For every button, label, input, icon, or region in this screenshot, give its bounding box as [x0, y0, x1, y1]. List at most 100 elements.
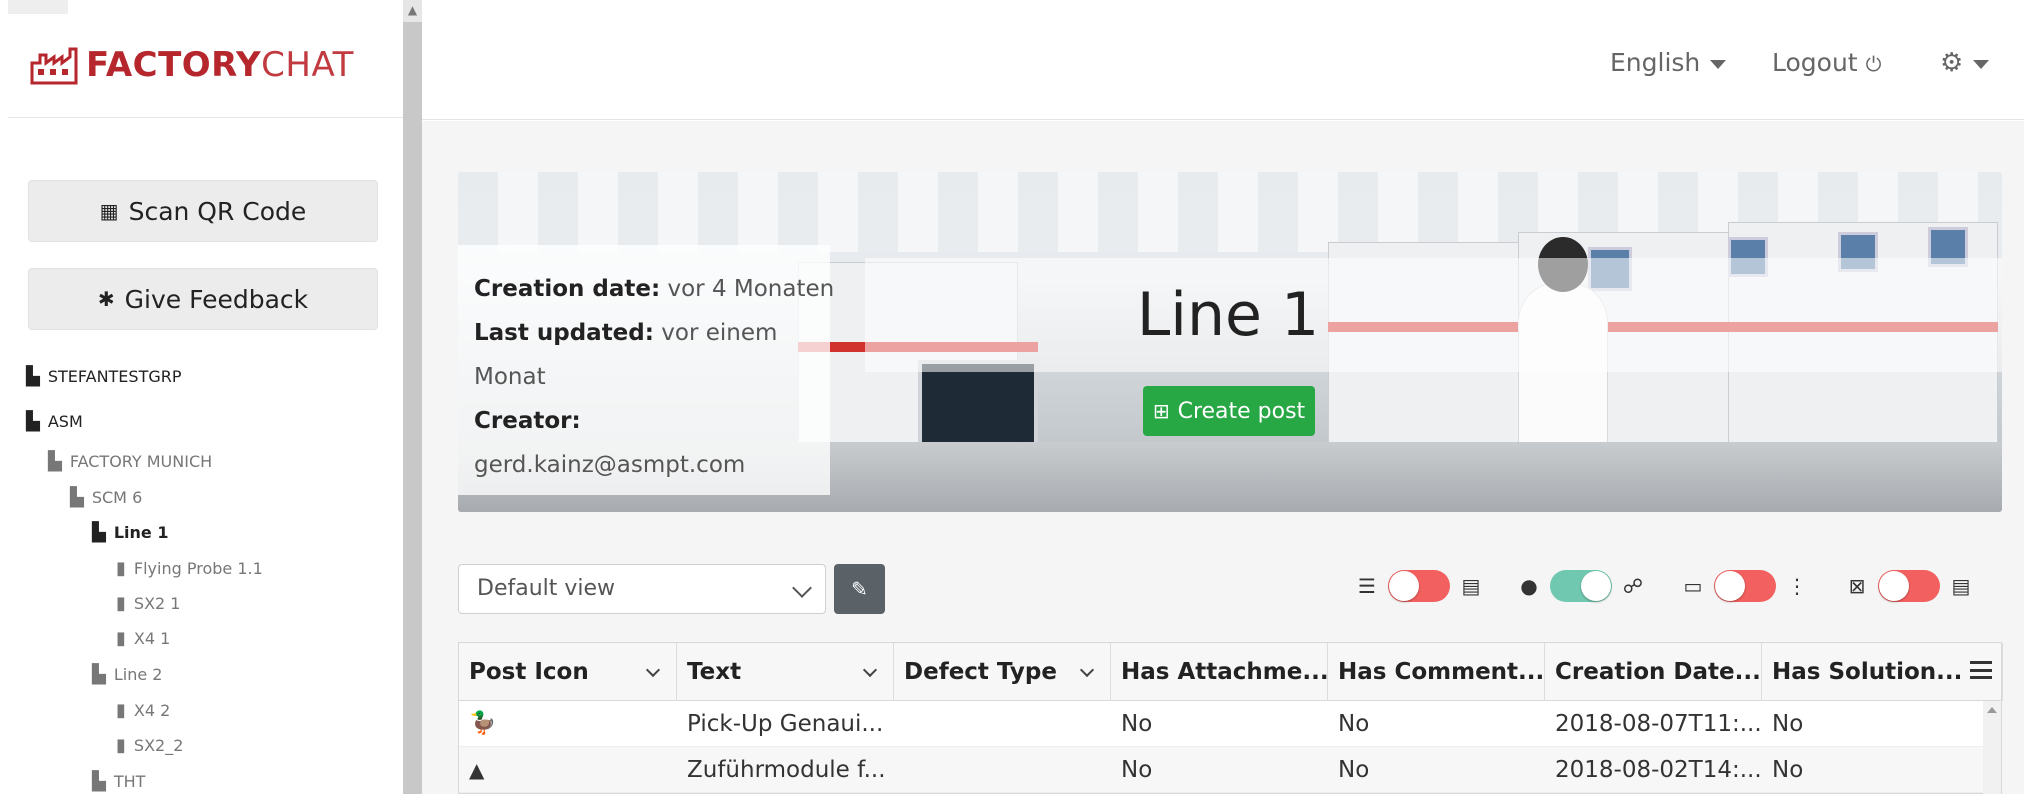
factory-icon: ▙	[92, 771, 106, 792]
tree-item-x4-1[interactable]: ▮ X4 1	[116, 628, 170, 649]
view-select[interactable]: Default view	[458, 564, 826, 614]
duck-icon: 🦆	[469, 711, 497, 736]
last-updated-cont: Monat	[474, 355, 830, 399]
user-scope-toggle[interactable]	[1550, 570, 1612, 602]
toggle-knob	[1879, 571, 1909, 601]
tree-item-stefantestgrp[interactable]: ▙ STEFANTESTGRP	[26, 366, 182, 387]
top-navbar: English Logout ⏻ ⚙	[422, 0, 2024, 120]
logout-link[interactable]: Logout ⏻	[1772, 48, 1881, 77]
tree-item-label: FACTORY MUNICH	[69, 452, 213, 471]
toggle-comments: ⊠ ▤	[1844, 566, 1974, 606]
row-has-solution: No	[1772, 711, 1804, 737]
user-icon: ●	[1520, 574, 1538, 598]
tree-item-label: X4 2	[133, 701, 171, 720]
column-header-label: Text	[687, 659, 742, 685]
tree-item-sx2-2[interactable]: ▮ SX2_2	[116, 735, 183, 756]
posts-table: Post Icon Text Defect Type Has Attachme.…	[458, 642, 2003, 794]
row-has-solution: No	[1772, 757, 1804, 783]
column-header-label: Has Solution...	[1772, 659, 1963, 685]
brand-name: FACTORYCHAT	[86, 45, 354, 85]
tree-item-label: ASM	[47, 412, 83, 431]
language-dropdown[interactable]: English	[1610, 48, 1727, 77]
create-post-button[interactable]: ⊞ Create post	[1143, 386, 1315, 436]
column-header-text[interactable]: Text	[677, 643, 894, 701]
last-updated-label: Last updated:	[474, 320, 654, 346]
list-view-toggle[interactable]	[1388, 570, 1450, 602]
tree-item-flying-probe[interactable]: ▮ Flying Probe 1.1	[116, 558, 263, 579]
row-creation-date: 2018-08-07T11:...	[1555, 711, 1762, 737]
tree-item-label: SX2_2	[133, 736, 184, 755]
last-updated-value: vor einem	[661, 320, 778, 346]
folder-icon: ▭	[1683, 574, 1703, 598]
tree-item-line1[interactable]: ▙ Line 1	[92, 522, 168, 543]
chevron-down-icon	[792, 578, 812, 598]
column-header-has-solution[interactable]: Has Solution...	[1762, 643, 2003, 701]
users-icon: ☍	[1622, 574, 1644, 598]
column-menu-icon[interactable]	[1970, 661, 1992, 679]
table-scrollbar[interactable]	[1983, 701, 2001, 794]
machine-icon: ▮	[116, 628, 126, 649]
table-row[interactable]: 🦆 Pick-Up Genaui... No No 2018-08-07T11:…	[459, 701, 2001, 747]
tree-icon: ⋮	[1787, 574, 1807, 598]
warning-icon: ▲	[469, 758, 485, 782]
tree-item-asm[interactable]: ▙ ASM	[26, 411, 83, 432]
tree-item-tht[interactable]: ▙ THT	[92, 771, 145, 792]
factory-icon: ▙	[26, 366, 40, 387]
tree-item-line2[interactable]: ▙ Line 2	[92, 664, 162, 685]
brand-name-bold: FACTORY	[86, 45, 262, 85]
sidebar-scrollbar[interactable]	[403, 0, 422, 794]
last-updated: Last updated: vor einem	[474, 311, 830, 355]
column-header-has-comment[interactable]: Has Comment...	[1328, 643, 1545, 701]
page-title: Line 1	[1136, 280, 1320, 350]
row-text: Pick-Up Genaui...	[687, 711, 884, 737]
chevron-down-icon	[1079, 662, 1095, 678]
row-has-comment: No	[1338, 757, 1370, 783]
toggle-knob	[1389, 571, 1419, 601]
column-header-post-icon[interactable]: Post Icon	[459, 643, 677, 701]
tree-item-scm6[interactable]: ▙ SCM 6	[70, 487, 142, 508]
tree-item-label: THT	[113, 772, 146, 791]
column-header-defect-type[interactable]: Defect Type	[894, 643, 1111, 701]
give-feedback-label: Give Feedback	[124, 284, 309, 314]
banner-title-backdrop	[865, 258, 2002, 372]
column-header-creation-date[interactable]: Creation Date...	[1545, 643, 1762, 701]
tree-item-x4-2[interactable]: ▮ X4 2	[116, 700, 170, 721]
creation-date: Creation date: vor 4 Monaten	[474, 267, 834, 311]
row-defect-type	[894, 701, 1111, 747]
comments-toggle[interactable]	[1878, 570, 1940, 602]
tree-item-label: SX2 1	[133, 594, 181, 613]
toggle-knob	[1715, 571, 1745, 601]
banner-monitor	[918, 360, 1038, 450]
row-has-comment: No	[1338, 711, 1370, 737]
chevron-down-icon	[862, 662, 878, 678]
factory-icon: ▙	[48, 451, 62, 472]
row-defect-type	[894, 747, 1111, 793]
toggle-knob	[1581, 571, 1611, 601]
scan-qr-button[interactable]: ▦ Scan QR Code	[28, 180, 378, 242]
create-post-label: Create post	[1177, 398, 1306, 424]
toggle-folder-tree: ▭ ⋮	[1680, 566, 1810, 606]
settings-dropdown[interactable]: ⚙	[1940, 48, 1990, 78]
language-label: English	[1610, 48, 1701, 77]
tree-item-sx2-1[interactable]: ▮ SX2 1	[116, 593, 180, 614]
give-feedback-button[interactable]: ✱ Give Feedback	[28, 268, 378, 330]
factory-icon: ▙	[26, 411, 40, 432]
scan-qr-label: Scan QR Code	[128, 196, 307, 226]
table-row[interactable]: ▲ Zuführmodule f... No No 2018-08-02T14:…	[459, 747, 2001, 793]
scroll-up-arrow-icon[interactable]: ▲	[403, 0, 422, 22]
machine-icon: ▮	[116, 735, 126, 756]
creator-email: gerd.kainz@asmpt.com	[474, 443, 830, 487]
column-header-label: Defect Type	[904, 659, 1057, 685]
tree-item-factory-munich[interactable]: ▙ FACTORY MUNICH	[48, 451, 212, 472]
brand-logo[interactable]: FACTORYCHAT	[30, 40, 354, 90]
creation-date-value: vor 4 Monaten	[667, 276, 835, 302]
edit-view-button[interactable]: ✎	[834, 564, 885, 614]
sidebar-divider	[8, 117, 403, 118]
folder-tree-toggle[interactable]	[1714, 570, 1776, 602]
bug-icon: ✱	[97, 287, 115, 311]
plus-square-icon: ⊞	[1152, 399, 1170, 423]
column-header-has-attachment[interactable]: Has Attachme...	[1111, 643, 1328, 701]
toggle-user-group: ● ☍	[1516, 566, 1646, 606]
qr-code-icon: ▦	[99, 199, 119, 223]
creator: Creator:	[474, 399, 830, 443]
